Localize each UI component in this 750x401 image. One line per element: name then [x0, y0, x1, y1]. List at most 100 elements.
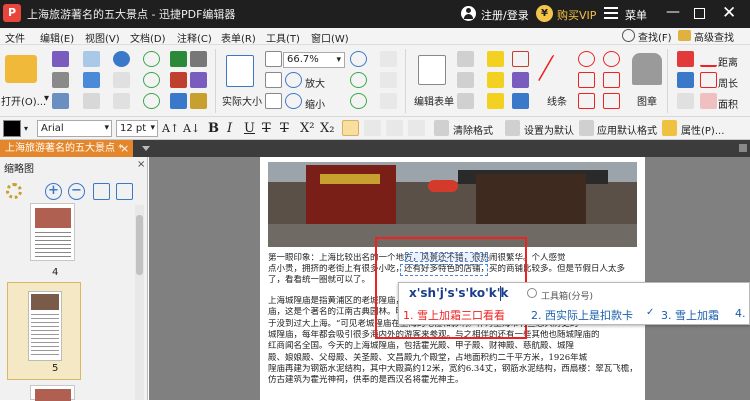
form-text-icon[interactable] [457, 51, 474, 67]
polyline-icon[interactable] [603, 72, 620, 88]
edit-form-button[interactable]: 编辑表单 [414, 93, 454, 108]
search-icon[interactable] [622, 29, 635, 42]
edit-form-icon[interactable] [418, 55, 446, 85]
align-left-icon[interactable] [342, 120, 359, 136]
zoom-out-circle-icon[interactable]: − [68, 183, 85, 200]
form-check-icon[interactable] [457, 72, 474, 88]
page-rotate-icon[interactable] [170, 93, 187, 109]
zoom-out-button[interactable]: 缩小 [305, 96, 325, 111]
callout-icon[interactable] [487, 93, 504, 109]
line-tool-button[interactable]: 线条 [547, 93, 567, 108]
advanced-search-icon[interactable] [678, 30, 691, 41]
crop-icon[interactable] [190, 93, 207, 109]
area-icon[interactable] [700, 93, 717, 109]
paragraph-line[interactable]: 殿、娘娘殿、父母殿、关圣殿、文昌殿九个殿堂，占地面积约二千平方米，1926年城 [268, 353, 638, 364]
apply-default-button[interactable]: 应用默认格式 [597, 122, 657, 137]
bold-icon[interactable]: B [208, 121, 219, 136]
zoom-in-icon[interactable] [285, 72, 302, 88]
open-button[interactable]: 打开(O)... [1, 93, 46, 108]
ime-candidate-4[interactable]: 4. [735, 307, 746, 320]
underline-icon[interactable]: U [244, 121, 255, 136]
italic-icon[interactable]: I [227, 121, 232, 136]
menu-tools[interactable]: 工具(T) [266, 30, 300, 45]
paragraph-line[interactable]: 隍庙再建为钢筋水泥结构，其中大殿高约12米，宽约6.34丈，钢筋水泥结构，西扇楼… [268, 364, 638, 375]
forward-icon[interactable] [143, 72, 160, 88]
set-default-icon[interactable] [505, 120, 520, 136]
eraser-icon[interactable] [677, 51, 694, 67]
circle-icon[interactable] [603, 51, 620, 67]
login-link[interactable]: 注册/登录 [481, 7, 529, 23]
sound-icon[interactable] [512, 72, 529, 88]
save-icon[interactable] [52, 51, 69, 67]
advanced-find-button[interactable]: 高级查找 [694, 29, 734, 44]
scan-icon[interactable] [83, 72, 100, 88]
settings-icon[interactable] [6, 183, 22, 199]
add-circle-icon[interactable] [350, 51, 367, 67]
refresh-icon[interactable] [143, 93, 160, 109]
ime-toolbox-icon[interactable] [527, 288, 537, 298]
document-tab[interactable]: 上海旅游著名的五大景点 * × [0, 140, 133, 157]
export-icon[interactable] [170, 51, 187, 67]
color-dropdown-arrow[interactable]: ▾ [24, 121, 28, 136]
paragraph-line[interactable]: 红商闻名全国。今天的上海城隍庙，包括霍光殿、甲子殿、财神殿、慈航殿、城隍 [268, 341, 638, 352]
justify-icon[interactable] [408, 120, 425, 136]
fit-icon[interactable] [93, 183, 110, 200]
shrink-font-icon[interactable]: A↓ [183, 121, 200, 136]
properties-button[interactable]: 属性(P)... [681, 122, 724, 137]
ime-toolbox-link[interactable]: 工具箱(分号) [541, 289, 593, 302]
text-tool-icon[interactable] [487, 51, 504, 67]
perimeter-button[interactable]: 周长 [718, 75, 738, 90]
menu-view[interactable]: 视图(V) [85, 30, 120, 45]
zoom-in-button[interactable]: 放大 [305, 75, 325, 90]
folder-open-icon[interactable] [5, 55, 37, 83]
rectangle-icon[interactable] [578, 93, 595, 109]
rotate-right-icon[interactable] [350, 93, 367, 109]
vip-icon[interactable]: ¥ [536, 5, 553, 22]
area-button[interactable]: 面积 [718, 96, 738, 111]
attach-icon[interactable] [512, 51, 529, 67]
fit-visible-icon[interactable] [265, 93, 282, 109]
ruler-icon[interactable] [700, 51, 717, 67]
menu-comment[interactable]: 注释(C) [177, 30, 212, 45]
properties-icon[interactable] [662, 120, 677, 136]
perimeter-icon[interactable] [700, 72, 717, 88]
email-icon[interactable] [52, 93, 69, 109]
clear-format-button[interactable]: 清除格式 [453, 122, 493, 137]
zoom-select[interactable]: 66.7% [283, 52, 345, 68]
camera-icon[interactable] [190, 51, 207, 67]
paragraph-line[interactable]: 仿古建筑为霍光神祠，供奉的是西汉名将霍光神主。 [268, 375, 638, 386]
actual-size-button[interactable]: 实际大小 [222, 93, 262, 108]
fit-page-icon[interactable] [265, 51, 282, 67]
line-icon[interactable] [537, 55, 577, 81]
text-box-icon[interactable] [487, 72, 504, 88]
tab-scroll-icon[interactable] [739, 144, 747, 152]
hand-tool-icon[interactable] [380, 51, 397, 67]
polygon-icon[interactable] [578, 72, 595, 88]
tab-list-arrow-icon[interactable] [142, 146, 150, 151]
ellipse-icon[interactable] [578, 51, 595, 67]
page-insert-icon[interactable] [170, 72, 187, 88]
grow-font-icon[interactable]: A↑ [162, 121, 179, 136]
close-button[interactable]: ✕ [722, 3, 736, 23]
rotate-left-icon[interactable] [350, 72, 367, 88]
fit-width-icon[interactable] [265, 72, 282, 88]
tab-close-button[interactable]: × [120, 140, 129, 157]
clear-format-icon[interactable] [434, 120, 449, 136]
font-family-select[interactable]: Arial [37, 120, 112, 137]
align-center-icon[interactable] [364, 120, 381, 136]
menu-edit[interactable]: 编辑(E) [40, 30, 74, 45]
align-right-icon[interactable] [386, 120, 403, 136]
rotate-thumb-icon[interactable] [116, 183, 133, 200]
strikethrough-icon[interactable]: T [262, 121, 271, 136]
font-size-select[interactable]: 12 pt [116, 120, 158, 137]
print-icon[interactable] [52, 72, 69, 88]
menu-document[interactable]: 文档(D) [130, 30, 166, 45]
snapshot-icon[interactable] [380, 93, 397, 109]
page-thumbnail-6[interactable] [30, 385, 75, 401]
import-icon[interactable] [83, 93, 100, 109]
menu-form[interactable]: 表单(R) [221, 30, 256, 45]
new-doc-icon[interactable] [83, 51, 100, 67]
set-default-button[interactable]: 设置为默认 [524, 122, 574, 137]
menu-file[interactable]: 文件 [5, 30, 25, 45]
ime-candidate-1[interactable]: 1. 雪上加霜三口看看 [403, 307, 505, 323]
